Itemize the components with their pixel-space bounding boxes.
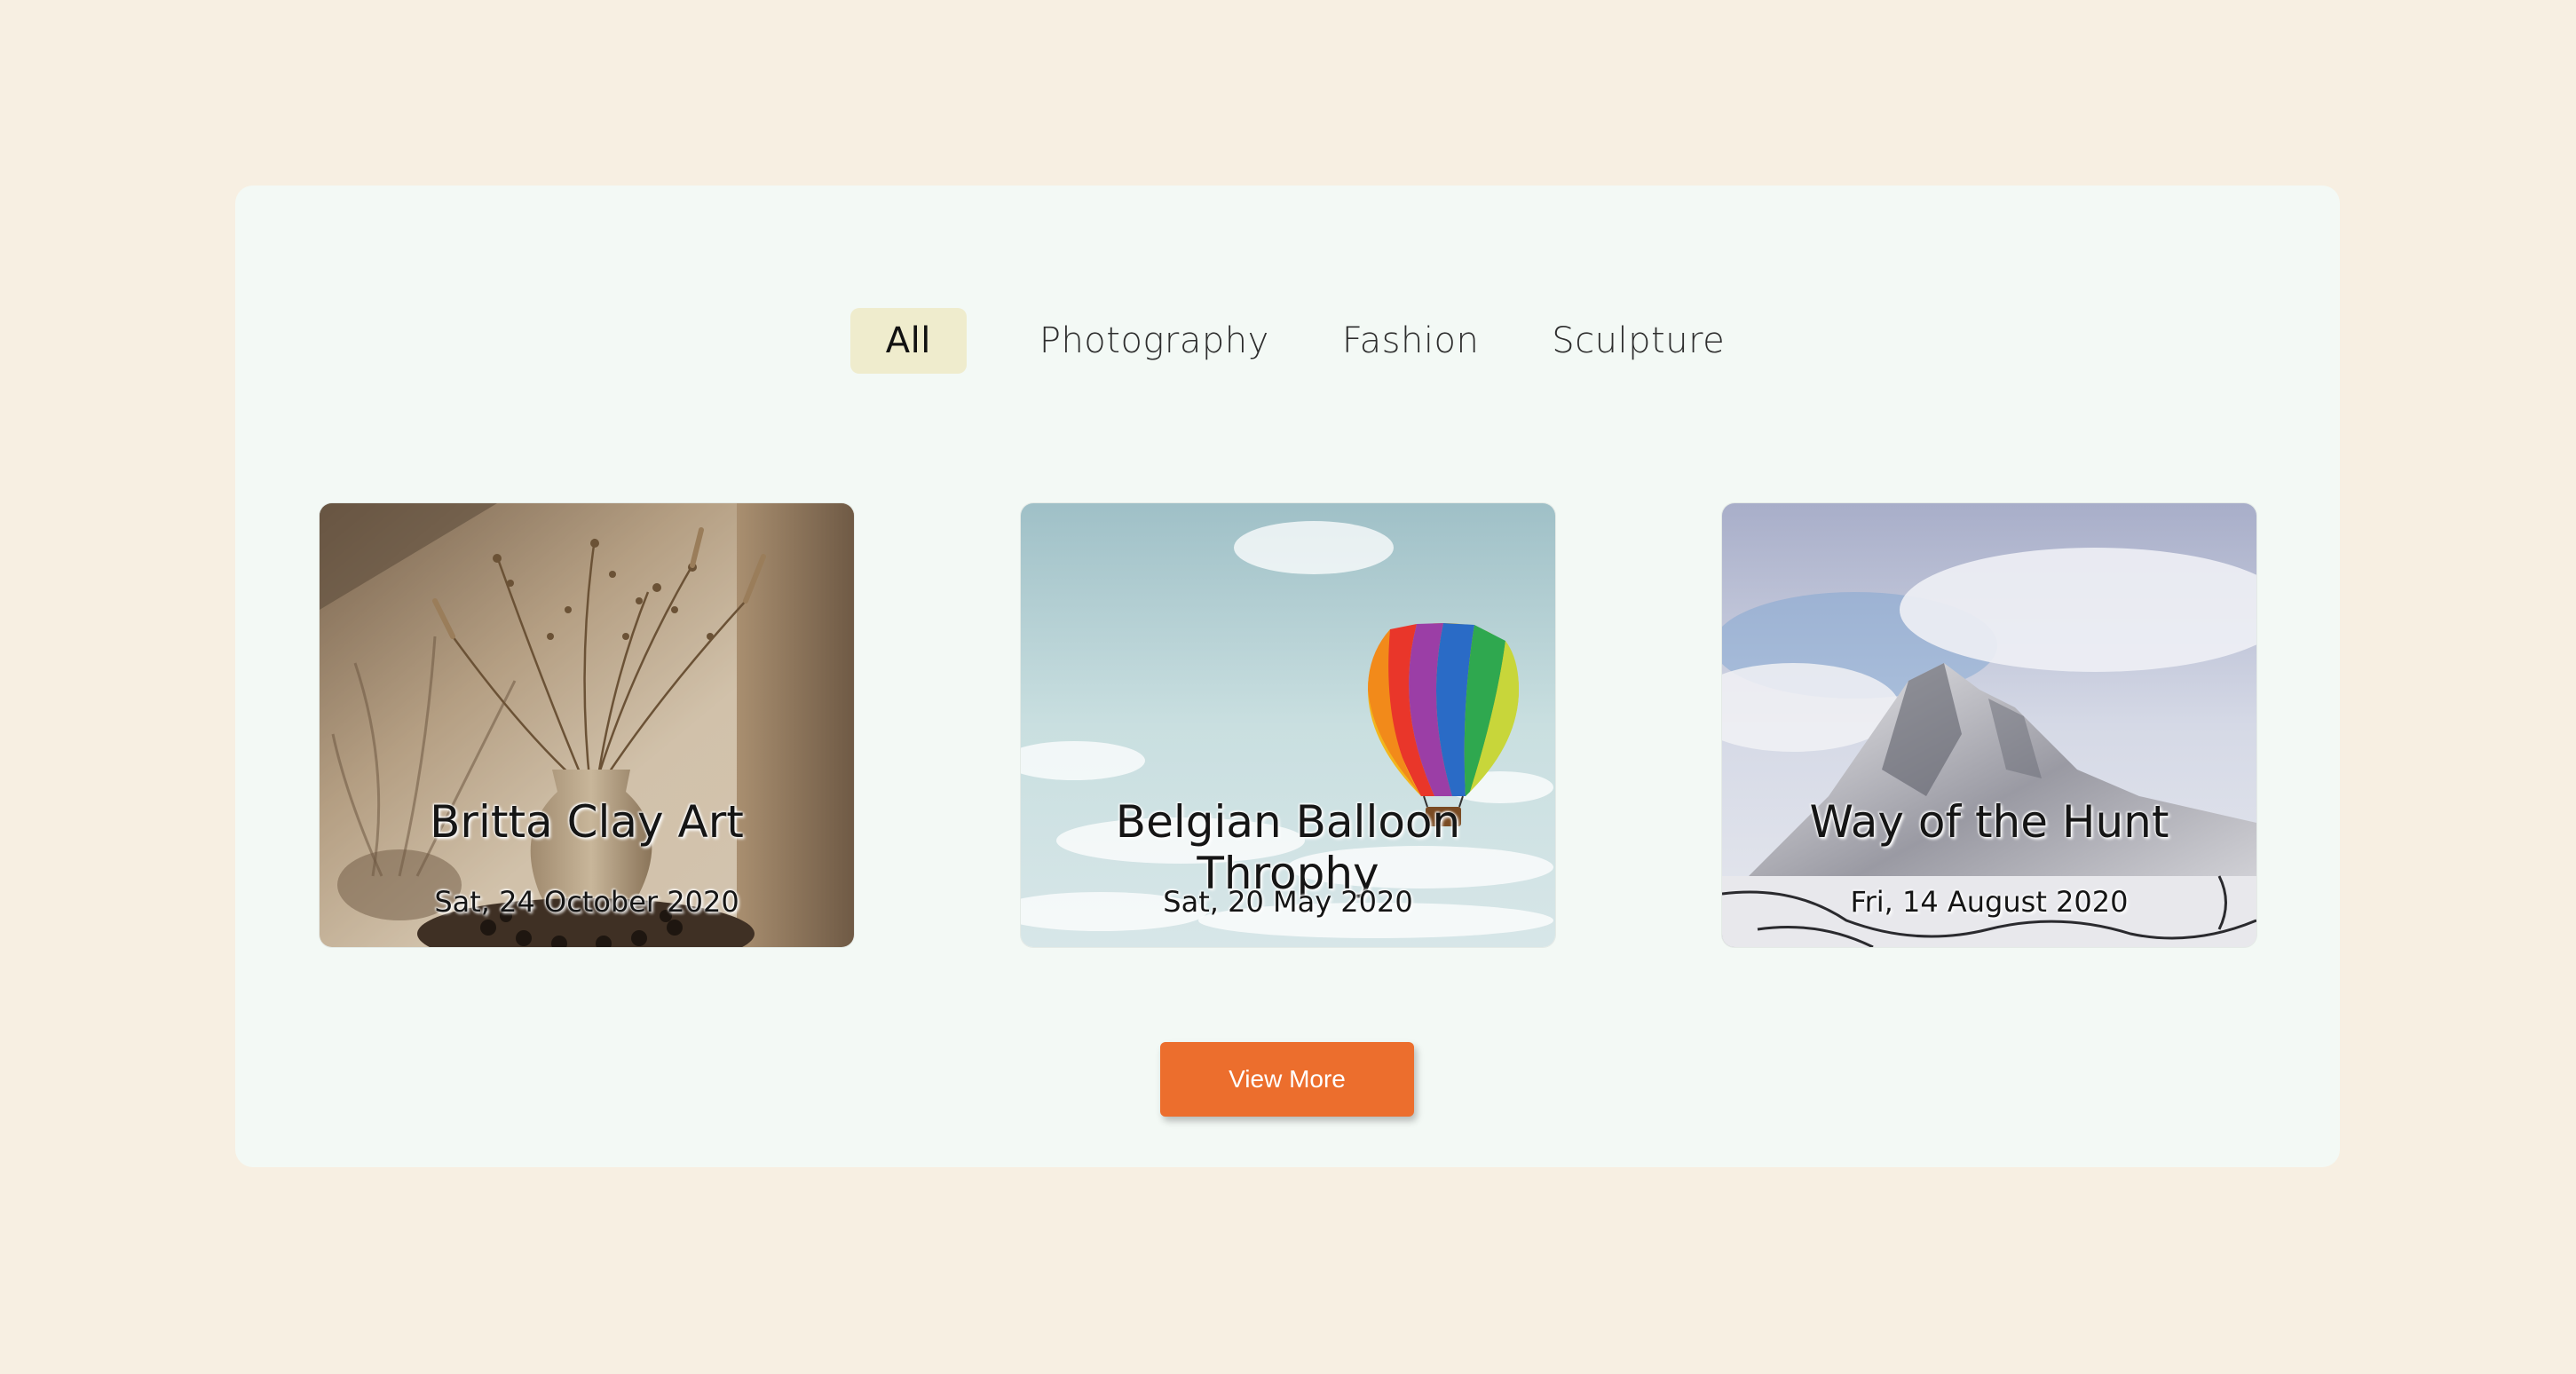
gallery-card-britta-clay-art[interactable]: Britta Clay Art Sat, 24 October 2020 <box>320 503 854 947</box>
gallery-card-way-of-the-hunt[interactable]: Way of the Hunt Fri, 14 August 2020 <box>1722 503 2256 947</box>
vase-with-dried-flowers-image <box>320 503 854 947</box>
tab-photography[interactable]: Photography <box>1039 308 1269 374</box>
category-filter-tabs: All Photography Fashion Sculpture <box>235 308 2340 374</box>
tab-all[interactable]: All <box>849 308 967 374</box>
tab-sculpture[interactable]: Sculpture <box>1552 308 1725 374</box>
card-date: Fri, 14 August 2020 <box>1850 885 2129 919</box>
card-date: Sat, 20 May 2020 <box>1163 885 1413 919</box>
gallery-card-belgian-balloon-throphy[interactable]: Belgian Balloon Throphy Sat, 20 May 2020 <box>1021 503 1555 947</box>
card-title: Britta Clay Art <box>430 796 744 848</box>
snowy-mountain-image <box>1722 503 2256 947</box>
gallery-panel: All Photography Fashion Sculpture Britta… <box>235 186 2340 1167</box>
card-date: Sat, 24 October 2020 <box>434 885 739 919</box>
view-more-button[interactable]: View More <box>1160 1042 1414 1117</box>
tab-fashion[interactable]: Fashion <box>1342 308 1479 374</box>
card-title: Belgian Balloon Throphy <box>1115 796 1461 899</box>
card-title: Way of the Hunt <box>1809 796 2169 848</box>
